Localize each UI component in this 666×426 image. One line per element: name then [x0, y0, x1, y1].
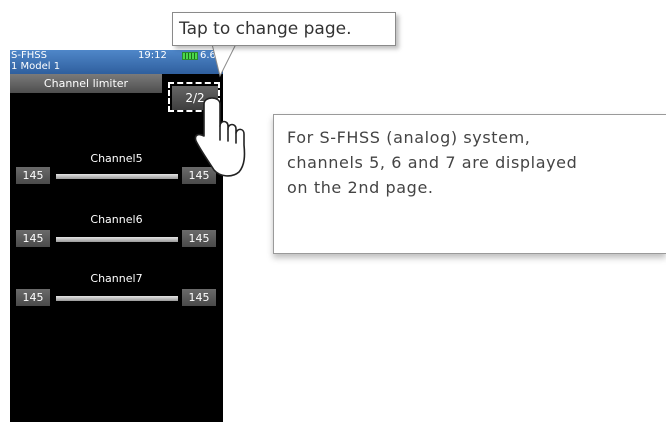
tap-hint-callout: Tap to change page.: [172, 12, 396, 46]
left-limit-value[interactable]: 145: [16, 289, 50, 306]
left-limit-value[interactable]: 145: [16, 167, 50, 184]
channel-label: Channel5: [90, 152, 143, 165]
right-limit-value[interactable]: 145: [182, 167, 216, 184]
battery-voltage: 6.6V: [200, 50, 223, 61]
channel-label: Channel6: [90, 213, 143, 226]
channel-label: Channel7: [90, 272, 143, 285]
info-callout: For S-FHSS (analog) system, channels 5, …: [273, 114, 666, 254]
info-line: on the 2nd page.: [287, 178, 434, 197]
left-limit-value[interactable]: 145: [16, 230, 50, 247]
clock-time: 19:12: [138, 50, 167, 61]
limit-track: [56, 237, 178, 242]
right-limit-value[interactable]: 145: [182, 230, 216, 247]
transmitter-screen: S-FHSS 19:12 6.6V 1 Model 1 Channel limi…: [10, 50, 223, 422]
info-line: channels 5, 6 and 7 are displayed: [287, 153, 578, 172]
screen-title: Channel limiter: [10, 74, 162, 93]
info-line: For S-FHSS (analog) system,: [287, 128, 531, 147]
page-button-highlight: [168, 82, 220, 112]
right-limit-value[interactable]: 145: [182, 289, 216, 306]
status-bar: S-FHSS 19:12 6.6V 1 Model 1: [10, 50, 223, 74]
limit-track: [56, 296, 178, 301]
title-bar: Channel limiter 2/2: [10, 74, 223, 112]
battery-icon: [182, 52, 198, 60]
model-name: 1 Model 1: [11, 61, 61, 72]
limit-track: [56, 174, 178, 179]
